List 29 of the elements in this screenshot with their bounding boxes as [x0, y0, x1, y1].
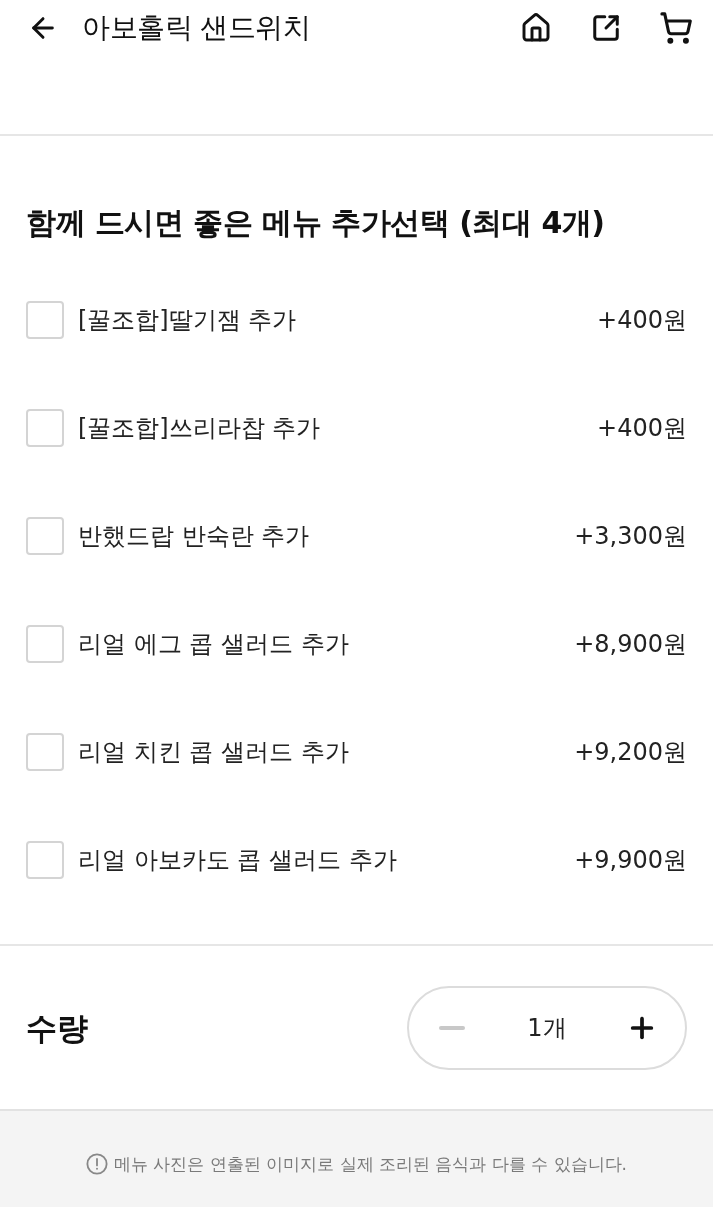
section-title: 함께 드시면 좋은 메뉴 추가선택 (최대 4개) — [26, 204, 606, 242]
option-name: [꿀조합]쓰리라찹 추가 — [78, 413, 321, 444]
quantity-value: 1개 — [527, 1012, 567, 1044]
option-price: +400원 — [597, 305, 687, 336]
checkbox[interactable] — [26, 733, 64, 771]
cart-button[interactable] — [659, 11, 693, 45]
option-name: 리얼 에그 콥 샐러드 추가 — [78, 629, 349, 660]
option-price: +8,900원 — [574, 629, 687, 660]
checkbox[interactable] — [26, 301, 64, 339]
checkbox[interactable] — [26, 625, 64, 663]
option-name: 리얼 아보카도 콥 샐러드 추가 — [78, 845, 397, 876]
checkbox[interactable] — [26, 409, 64, 447]
home-icon — [520, 12, 552, 44]
notice-text: 메뉴 사진은 연출된 이미지로 실제 조리된 음식과 다를 수 있습니다. — [113, 1153, 627, 1175]
option-name: 반했드랍 반숙란 추가 — [78, 521, 310, 552]
option-name: [꿀조합]딸기잼 추가 — [78, 305, 297, 336]
quantity-label: 수량 — [26, 1008, 88, 1047]
checkbox[interactable] — [26, 841, 64, 879]
option-price: +3,300원 — [574, 521, 687, 552]
minus-icon — [439, 1025, 465, 1030]
checkbox[interactable] — [26, 517, 64, 555]
option-name: 리얼 치킨 콥 샐러드 추가 — [78, 737, 349, 768]
option-price: +9,900원 — [574, 845, 687, 876]
option-price: +9,200원 — [574, 737, 687, 768]
info-icon — [85, 1153, 108, 1175]
page-title: 아보홀릭 샌드위치 — [82, 10, 311, 46]
cart-icon — [659, 11, 693, 45]
share-icon — [591, 13, 621, 43]
option-price: +400원 — [597, 413, 687, 444]
